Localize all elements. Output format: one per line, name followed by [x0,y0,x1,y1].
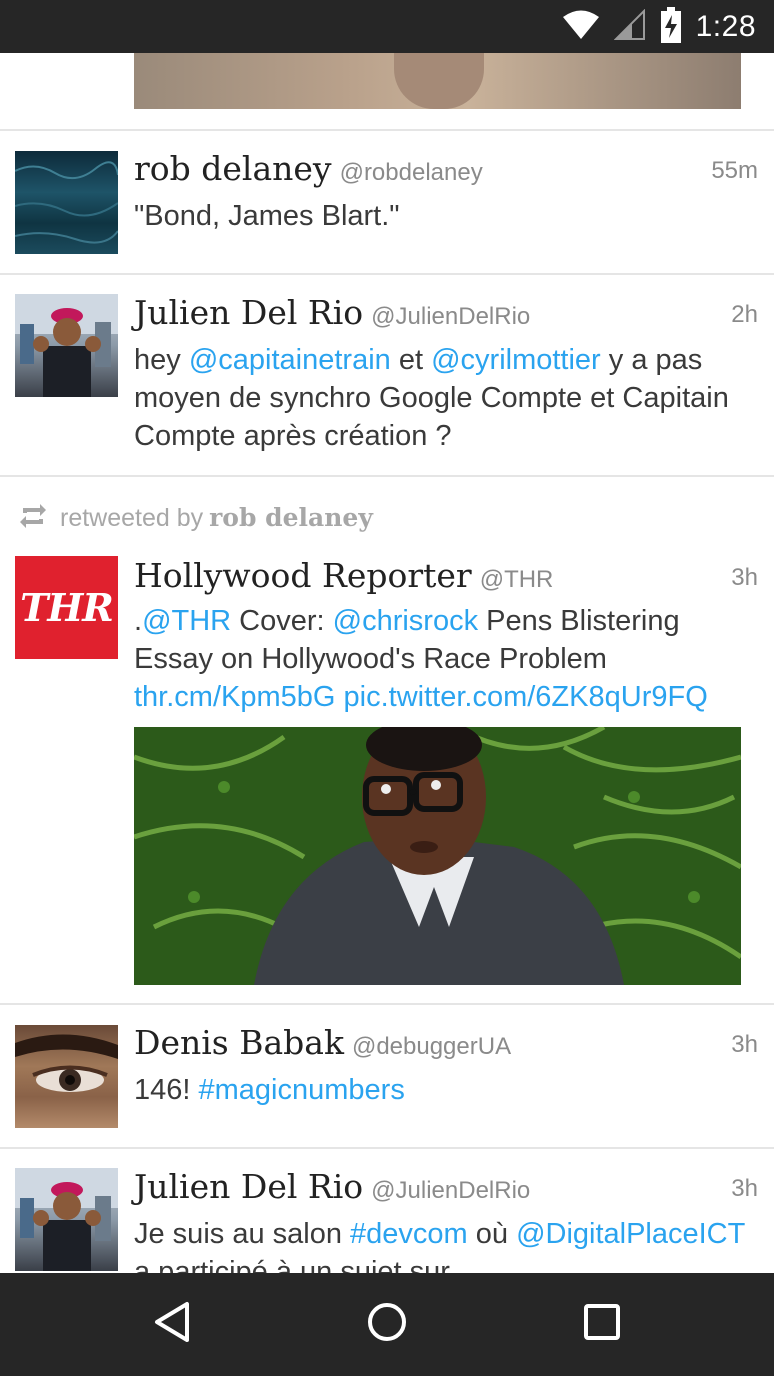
status-time: 1:28 [695,10,756,43]
retweet-label: retweeted by rob delaney [60,503,373,533]
battery-charging-icon [660,6,682,48]
tweet-item[interactable]: Julien Del Rio @JulienDelRio 2h hey @capi… [0,275,774,475]
tweet-item[interactable]: Julien Del Rio @JulienDelRio 3h Je suis a… [0,1149,774,1273]
avatar[interactable] [15,151,118,254]
back-icon [153,1301,193,1348]
home-button[interactable] [327,1273,447,1376]
retweet-prefix: retweeted by [60,504,204,532]
avatar[interactable] [15,1168,118,1271]
tweet-media-partial[interactable] [134,53,741,109]
tweet-time: 3h [731,1031,758,1058]
author-handle: @robdelaney [339,159,483,186]
avatar[interactable] [15,1025,118,1128]
navigation-bar [0,1273,774,1376]
tweet-time: 3h [731,564,758,591]
author-name-text: Hollywood Reporter [134,556,472,595]
tweet-time: 2h [731,301,758,328]
tweet-item[interactable]: rob delaney @robdelaney 55m "Bond, James … [0,131,774,273]
author-handle: @JulienDelRio [371,303,531,330]
tweet-time: 3h [731,1175,758,1202]
home-icon [366,1301,408,1348]
text-segment [335,681,343,713]
thr-logo: THR [20,585,114,630]
back-button[interactable] [113,1273,233,1376]
author-name-text: rob delaney [134,149,332,188]
mention-link[interactable]: @cyrilmottier [431,344,601,376]
pic-link[interactable]: pic.twitter.com/6ZK8qUr9FQ [344,681,708,713]
tweet-time: 55m [711,157,758,184]
hashtag-link[interactable]: #magicnumbers [199,1074,405,1106]
tweet-text: hey @capitainetrain et @cyrilmottier y a… [134,341,759,455]
tweet-text: .@THR Cover: @chrisrock Pens Blistering … [134,602,759,716]
author-name[interactable]: Julien Del Rio @JulienDelRio [134,1167,530,1206]
author-name[interactable]: Hollywood Reporter @THR [134,556,553,595]
author-name-text: Julien Del Rio [134,293,364,332]
text-segment: Je suis au salon [134,1218,351,1250]
text-segment: 146! [134,1074,199,1106]
text-segment: hey [134,344,189,376]
retweet-banner[interactable]: retweeted by rob delaney [18,498,373,538]
author-handle: @debuggerUA [351,1033,512,1060]
text-segment: où [467,1218,517,1250]
mention-link[interactable]: @DigitalPlaceICT [516,1218,745,1250]
url-link[interactable]: thr.cm/Kpm5bG [134,681,335,713]
retweet-icon [18,503,48,534]
tweet-item[interactable]: THR Hollywood Reporter @THR 3h .@THR Cove… [0,538,774,1003]
mention-link[interactable]: @THR [142,605,231,637]
text-segment: a participé à un sujet sur [134,1256,450,1273]
text-segment: . [134,605,143,637]
tweet-item[interactable]: Denis Babak @debuggerUA 3h 146! #magicnum… [0,1005,774,1147]
mention-link[interactable]: @chrisrock [333,605,478,637]
divider [0,475,774,477]
author-name[interactable]: Denis Babak @debuggerUA [134,1023,511,1062]
status-bar: 1:28 [0,0,774,53]
author-name[interactable]: rob delaney @robdelaney [134,149,483,188]
tweet-media-image[interactable] [134,727,741,985]
avatar[interactable] [15,294,118,397]
tweet-text: "Bond, James Blart." [134,200,400,232]
avatar[interactable]: THR [15,556,118,659]
tweet-text: 146! #magicnumbers [134,1071,759,1109]
timeline-feed[interactable]: rob delaney @robdelaney 55m "Bond, James … [0,53,774,1273]
text-segment: et [390,344,432,376]
wifi-icon [562,10,600,45]
mention-link[interactable]: @capitainetrain [189,344,391,376]
author-name-text: Julien Del Rio [134,1167,364,1206]
author-name-text: Denis Babak [134,1023,344,1062]
status-icons: 1:28 [562,6,756,48]
recents-button[interactable] [542,1273,662,1376]
recents-icon [583,1303,621,1346]
retweeter-name[interactable]: rob delaney [209,503,373,532]
tweet-text: Je suis au salon #devcom où @DigitalPlac… [134,1215,759,1273]
author-name[interactable]: Julien Del Rio @JulienDelRio [134,293,530,332]
author-handle: @THR [479,566,554,593]
hashtag-link[interactable]: #devcom [350,1218,468,1250]
cell-signal-icon [613,8,646,46]
text-segment: Cover: [231,605,333,637]
author-handle: @JulienDelRio [371,1177,531,1204]
